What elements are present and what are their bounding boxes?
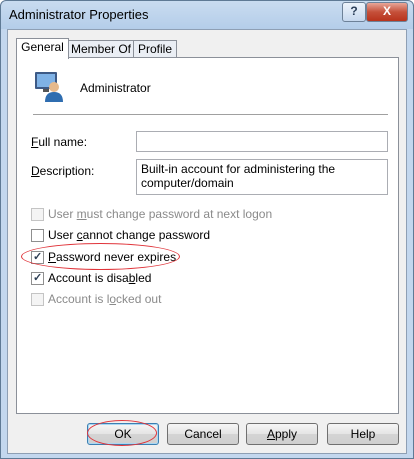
checkmark-icon: ✓ bbox=[33, 251, 43, 263]
title-bar[interactable]: Administrator Properties ? X bbox=[1, 1, 413, 29]
window-title: Administrator Properties bbox=[9, 7, 149, 22]
checkbox-box[interactable]: ✓ bbox=[31, 251, 44, 264]
tab-profile[interactable]: Profile bbox=[133, 40, 177, 58]
checkbox-label: Password never expires bbox=[48, 250, 177, 264]
general-tab-panel: Administrator Full name: Description: Bu… bbox=[16, 57, 399, 414]
checkbox-box[interactable] bbox=[31, 229, 44, 242]
checkbox-box[interactable] bbox=[31, 293, 44, 306]
checkmark-icon: ✓ bbox=[33, 272, 43, 284]
checkbox-label: Account is disabled bbox=[48, 271, 152, 285]
help-button[interactable]: Help bbox=[327, 423, 399, 445]
description-value: Built-in account for administering the c… bbox=[141, 162, 336, 190]
tab-general[interactable]: General bbox=[16, 38, 69, 59]
user-account-icon bbox=[35, 72, 63, 102]
checkbox-box[interactable]: ✓ bbox=[31, 272, 44, 285]
description-label: Description: bbox=[31, 164, 95, 178]
checkbox-box[interactable] bbox=[31, 208, 44, 221]
close-button[interactable]: X bbox=[366, 2, 408, 22]
separator bbox=[33, 114, 388, 115]
apply-button[interactable]: Apply bbox=[246, 423, 318, 445]
cancel-button[interactable]: Cancel bbox=[167, 423, 239, 445]
properties-dialog: Administrator Properties ? X General Mem… bbox=[0, 0, 414, 459]
checkbox-label: Account is locked out bbox=[48, 292, 162, 306]
ok-button[interactable]: OK bbox=[87, 423, 159, 445]
dialog-client-area: General Member Of Profile Administrator … bbox=[7, 29, 407, 454]
tab-member-of[interactable]: Member Of bbox=[68, 40, 134, 58]
checkbox-label: User must change password at next logon bbox=[48, 207, 273, 221]
checkbox-label: User cannot change password bbox=[48, 228, 211, 242]
account-name: Administrator bbox=[80, 81, 151, 95]
description-field[interactable]: Built-in account for administering the c… bbox=[136, 159, 388, 195]
full-name-field[interactable] bbox=[136, 131, 388, 152]
full-name-label: Full name: bbox=[31, 135, 88, 149]
help-title-button[interactable]: ? bbox=[342, 2, 366, 22]
